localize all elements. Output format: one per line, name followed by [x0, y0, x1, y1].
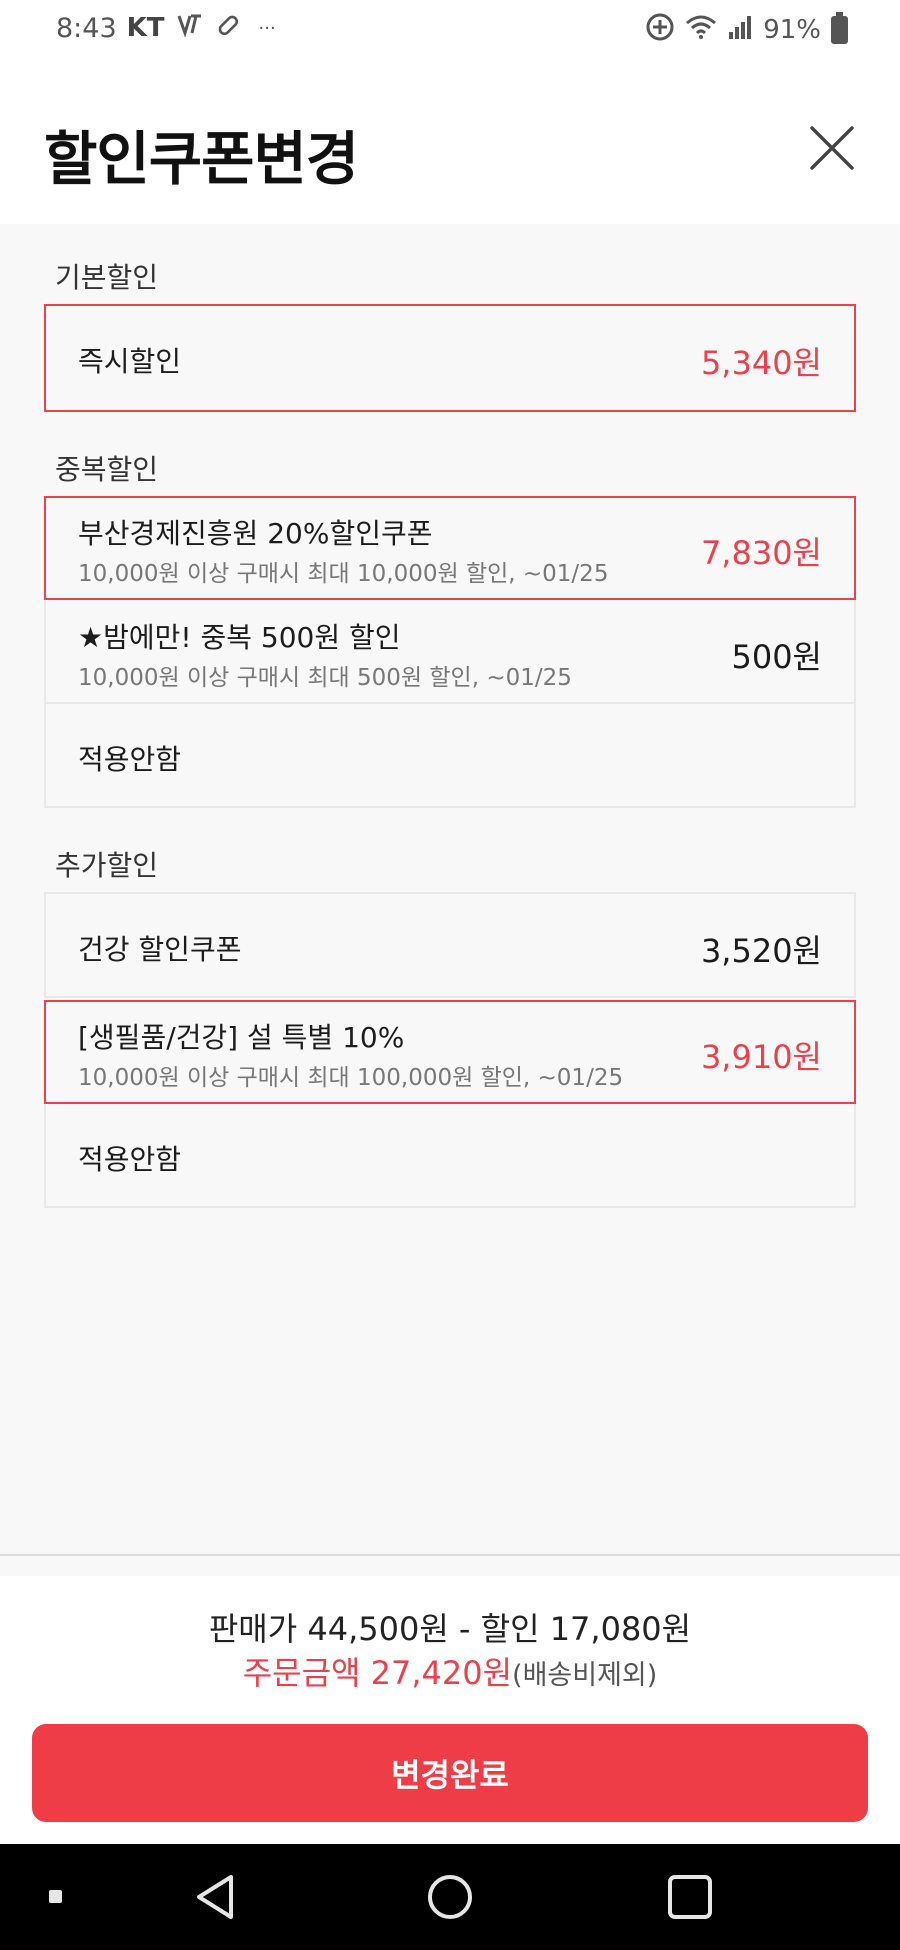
- price-breakdown: 판매가 44,500원 - 할인 17,080원: [208, 1610, 692, 1648]
- option-price: 5,340원: [700, 344, 822, 382]
- nav-home-button[interactable]: [415, 1844, 485, 1950]
- option-name: 적용안함: [78, 743, 182, 776]
- option-name: 적용안함: [78, 1143, 182, 1176]
- section-title-duplicate: 중복할인: [55, 453, 159, 486]
- option-name: ★밤에만! 중복 500원 할인: [78, 621, 401, 654]
- option-desc: 10,000원 이상 구매시 최대 500원 할인, ~01/25: [78, 665, 572, 691]
- close-button[interactable]: [806, 122, 858, 174]
- data-saver-icon: [645, 12, 675, 48]
- option-no-duplicate[interactable]: 적용안함: [44, 702, 856, 808]
- page-title: 할인쿠폰변경: [44, 125, 359, 193]
- status-carrier: KT: [126, 13, 165, 43]
- option-desc: 10,000원 이상 구매시 최대 10,000원 할인, ~01/25: [78, 561, 609, 587]
- option-name: 즉시할인: [78, 345, 182, 378]
- option-health-coupon[interactable]: 건강 할인쿠폰 3,520원: [44, 892, 856, 998]
- close-icon: [810, 126, 854, 170]
- option-no-additional[interactable]: 적용안함: [44, 1102, 856, 1208]
- option-holiday-coupon[interactable]: [생필품/건강] 설 특별 10% 10,000원 이상 구매시 최대 100,…: [44, 1000, 856, 1104]
- pill-icon: [215, 12, 241, 44]
- nav-back-button[interactable]: [180, 1844, 250, 1950]
- home-circle-icon: [428, 1875, 472, 1919]
- nav-recents-button[interactable]: [655, 1844, 725, 1950]
- volte-icon: [177, 13, 203, 43]
- option-price: 3,910원: [700, 1038, 822, 1076]
- order-summary: 판매가 44,500원 - 할인 17,080원 주문금액 27,420원(배송…: [0, 1576, 900, 1844]
- section-title-basic: 기본할인: [55, 261, 159, 294]
- option-name: 부산경제진흥원 20%할인쿠폰: [78, 517, 433, 550]
- option-desc: 10,000원 이상 구매시 최대 100,000원 할인, ~01/25: [78, 1065, 624, 1091]
- confirm-button[interactable]: 변경완료: [32, 1724, 868, 1822]
- more-notifications-icon: ···: [258, 17, 276, 39]
- dialog-header: 할인쿠폰변경: [0, 64, 900, 224]
- option-night-coupon[interactable]: ★밤에만! 중복 500원 할인 10,000원 이상 구매시 최대 500원 …: [44, 598, 856, 704]
- option-price: 3,520원: [700, 932, 822, 970]
- option-price: 7,830원: [700, 534, 822, 572]
- footer-divider: [0, 1554, 900, 1556]
- option-instant-discount[interactable]: 즉시할인 5,340원: [44, 304, 856, 412]
- status-right: 91%: [635, 12, 848, 48]
- order-amount-line: 주문금액 27,420원(배송비제외): [0, 1648, 900, 1694]
- nav-menu-button[interactable]: [36, 1844, 76, 1950]
- back-triangle-icon: [197, 1875, 233, 1919]
- shipping-note: (배송비제외): [512, 1660, 658, 1691]
- order-amount: 주문금액 27,420원: [242, 1654, 513, 1692]
- status-time: 8:43: [56, 12, 117, 44]
- wifi-icon: [685, 14, 717, 46]
- battery-icon: [831, 12, 848, 44]
- signal-icon: [727, 14, 755, 46]
- battery-percent: 91%: [763, 15, 821, 45]
- option-busan-coupon[interactable]: 부산경제진흥원 20%할인쿠폰 10,000원 이상 구매시 최대 10,000…: [44, 496, 856, 600]
- status-bar: 8:43 KT ··· 91%: [0, 0, 900, 64]
- coupon-options: 기본할인 즉시할인 5,340원 중복할인 부산경제진흥원 20%할인쿠폰 10…: [0, 224, 900, 1554]
- square-dot-icon: [49, 1890, 62, 1903]
- recents-square-icon: [668, 1875, 712, 1919]
- option-price: 500원: [731, 638, 822, 676]
- option-name: [생필품/건강] 설 특별 10%: [78, 1021, 405, 1054]
- option-name: 건강 할인쿠폰: [78, 933, 242, 966]
- status-left: 8:43 KT ···: [56, 12, 276, 44]
- system-nav-bar: [0, 1844, 900, 1950]
- section-title-additional: 추가할인: [55, 849, 159, 882]
